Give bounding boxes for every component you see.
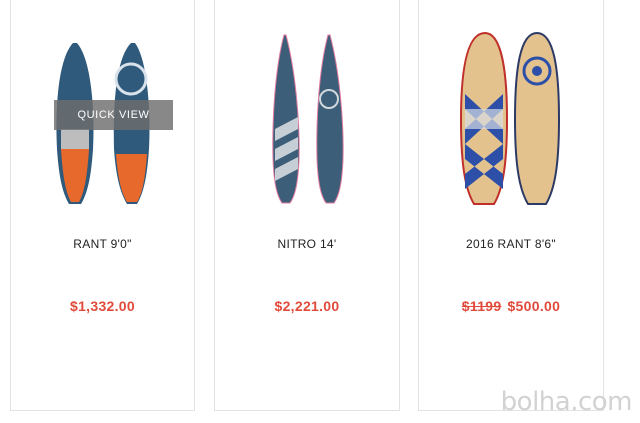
product-card-nitro-14[interactable]: NITRO 14' $2,221.00	[214, 0, 400, 411]
product-title[interactable]: 2016 RANT 8'6"	[419, 237, 603, 251]
product-card-rant-9[interactable]: QUICK VIEW RANT 9'0" $1,332.00	[10, 0, 195, 411]
current-price: $500.00	[507, 298, 561, 314]
product-price: $2,221.00	[215, 298, 399, 314]
current-price: $1,332.00	[70, 298, 135, 314]
product-title[interactable]: RANT 9'0"	[11, 237, 194, 251]
product-image-2016-rant-86[interactable]	[419, 0, 605, 229]
product-title[interactable]: NITRO 14'	[215, 237, 399, 251]
product-card-2016-rant-86[interactable]: 2016 RANT 8'6" $1199 $500.00	[418, 0, 604, 411]
current-price: $2,221.00	[274, 298, 340, 314]
product-price: $1,332.00	[11, 298, 194, 314]
product-price: $1199 $500.00	[419, 298, 603, 314]
quick-view-button[interactable]: QUICK VIEW	[54, 100, 173, 130]
watermark-logo: bolha.com	[500, 387, 633, 417]
old-price: $1199	[461, 298, 502, 314]
product-image-nitro-14[interactable]	[215, 0, 401, 229]
